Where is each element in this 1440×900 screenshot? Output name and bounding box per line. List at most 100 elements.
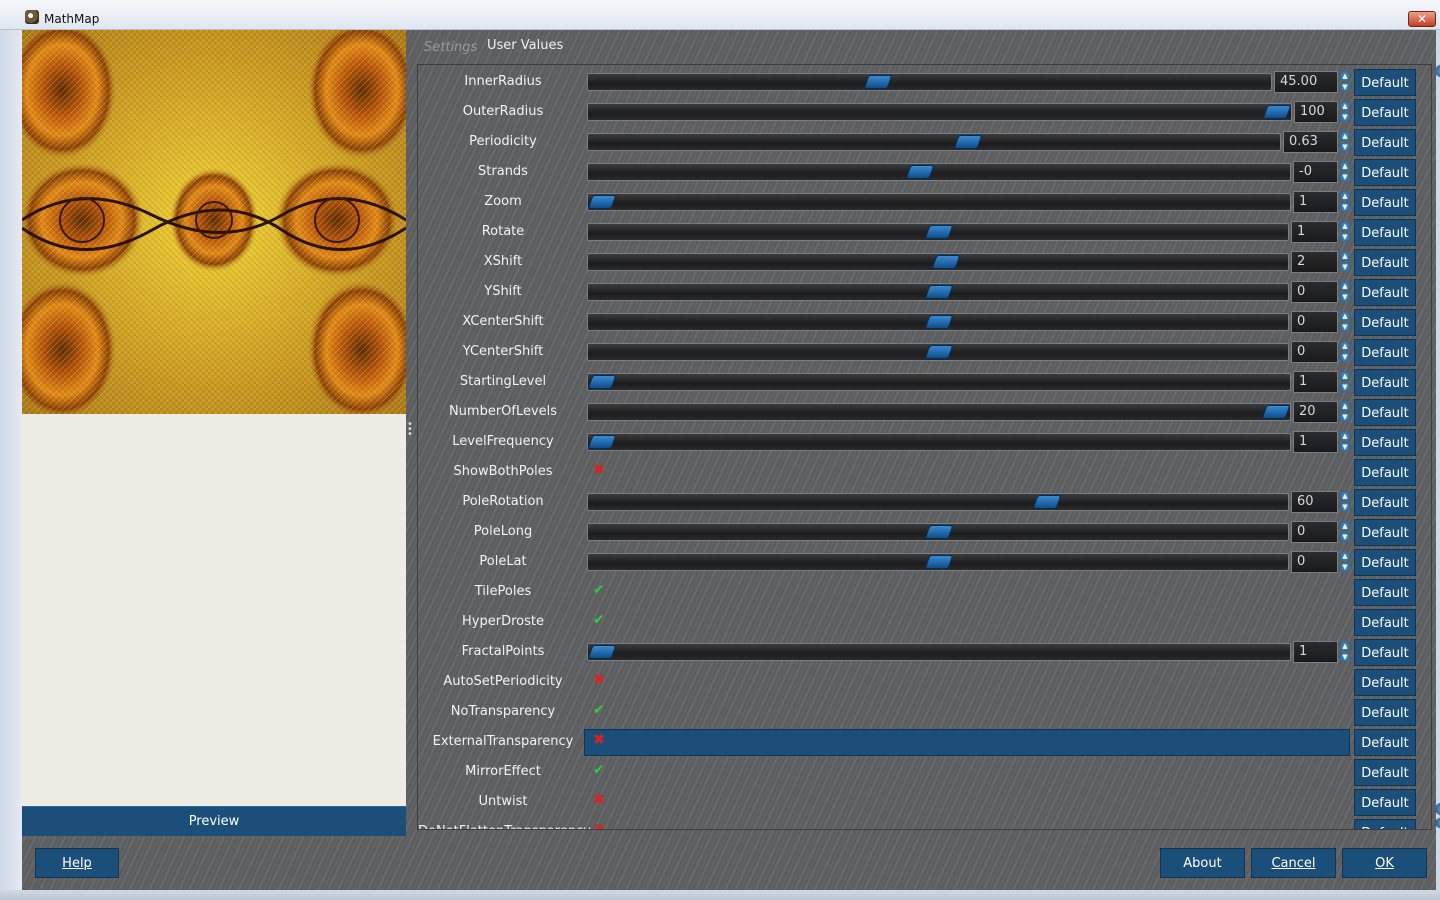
- param-slider[interactable]: [587, 493, 1289, 511]
- param-slider[interactable]: [587, 343, 1289, 361]
- param-value-input[interactable]: 1: [1293, 371, 1338, 393]
- spin-down-icon[interactable]: ▼: [1339, 382, 1351, 392]
- about-button[interactable]: About: [1160, 848, 1245, 878]
- spin-down-icon[interactable]: ▼: [1339, 652, 1351, 662]
- spin-buttons[interactable]: ▲ ▼: [1338, 101, 1352, 123]
- spin-buttons[interactable]: ▲ ▼: [1338, 281, 1352, 303]
- spin-buttons[interactable]: ▲ ▼: [1338, 491, 1352, 513]
- tab-settings[interactable]: Settings: [424, 40, 477, 55]
- slider-thumb[interactable]: [931, 255, 961, 269]
- default-button[interactable]: Default: [1354, 489, 1416, 516]
- default-button[interactable]: Default: [1354, 369, 1416, 396]
- param-value-input[interactable]: 0: [1291, 341, 1338, 363]
- param-slider[interactable]: [587, 223, 1289, 241]
- checked-icon[interactable]: ✔: [593, 612, 605, 628]
- unchecked-icon[interactable]: ✖: [593, 822, 605, 829]
- param-value-input[interactable]: -0: [1293, 161, 1338, 183]
- default-button[interactable]: Default: [1354, 219, 1416, 246]
- checked-icon[interactable]: ✔: [593, 582, 605, 598]
- default-button[interactable]: Default: [1354, 549, 1416, 576]
- help-button[interactable]: Help: [35, 848, 119, 878]
- param-value-input[interactable]: 0: [1291, 521, 1338, 543]
- default-button[interactable]: Default: [1354, 759, 1416, 786]
- spin-up-icon[interactable]: ▲: [1339, 401, 1351, 411]
- spin-up-icon[interactable]: ▲: [1339, 281, 1351, 291]
- default-button[interactable]: Default: [1354, 729, 1416, 756]
- spin-up-icon[interactable]: ▲: [1339, 431, 1351, 441]
- spin-buttons[interactable]: ▲ ▼: [1338, 311, 1352, 333]
- default-button[interactable]: Default: [1354, 639, 1416, 666]
- spin-up-icon[interactable]: ▲: [1339, 371, 1351, 381]
- spin-up-icon[interactable]: ▲: [1339, 101, 1351, 111]
- param-slider[interactable]: [587, 73, 1272, 91]
- spin-up-icon[interactable]: ▲: [1339, 251, 1351, 261]
- default-button[interactable]: Default: [1354, 99, 1416, 126]
- slider-thumb[interactable]: [924, 555, 954, 569]
- tab-user-values[interactable]: User Values: [487, 38, 563, 53]
- unchecked-icon[interactable]: ✖: [593, 732, 605, 748]
- param-value-input[interactable]: 20: [1293, 401, 1338, 423]
- default-button[interactable]: Default: [1354, 159, 1416, 186]
- param-value-input[interactable]: 1: [1293, 641, 1338, 663]
- spin-down-icon[interactable]: ▼: [1339, 412, 1351, 422]
- spin-buttons[interactable]: ▲ ▼: [1338, 641, 1352, 663]
- spin-down-icon[interactable]: ▼: [1339, 532, 1351, 542]
- slider-thumb[interactable]: [924, 225, 954, 239]
- spin-down-icon[interactable]: ▼: [1339, 172, 1351, 182]
- default-button[interactable]: Default: [1354, 399, 1416, 426]
- spin-buttons[interactable]: ▲ ▼: [1338, 251, 1352, 273]
- spin-up-icon[interactable]: ▲: [1339, 191, 1351, 201]
- default-button[interactable]: Default: [1354, 279, 1416, 306]
- default-button[interactable]: Default: [1354, 789, 1416, 816]
- spin-buttons[interactable]: ▲ ▼: [1338, 131, 1352, 153]
- param-slider[interactable]: [587, 523, 1289, 541]
- default-button[interactable]: Default: [1354, 69, 1416, 96]
- spin-up-icon[interactable]: ▲: [1339, 221, 1351, 231]
- spin-buttons[interactable]: ▲ ▼: [1338, 221, 1352, 243]
- param-slider[interactable]: [587, 283, 1289, 301]
- default-button[interactable]: Default: [1354, 579, 1416, 606]
- unchecked-icon[interactable]: ✖: [593, 792, 605, 808]
- params-scrollbar[interactable]: ▲ ▼ ▼: [1434, 64, 1440, 830]
- slider-thumb[interactable]: [924, 525, 954, 539]
- spin-buttons[interactable]: ▲ ▼: [1338, 371, 1352, 393]
- spin-down-icon[interactable]: ▼: [1339, 232, 1351, 242]
- spin-buttons[interactable]: ▲ ▼: [1338, 341, 1352, 363]
- param-value-input[interactable]: 1: [1293, 191, 1338, 213]
- scroll-end-icon[interactable]: ▼: [1435, 817, 1440, 829]
- spin-up-icon[interactable]: ▲: [1339, 161, 1351, 171]
- slider-thumb[interactable]: [905, 165, 935, 179]
- slider-thumb[interactable]: [1032, 495, 1062, 509]
- spin-up-icon[interactable]: ▲: [1339, 491, 1351, 501]
- spin-buttons[interactable]: ▲ ▼: [1338, 401, 1352, 423]
- slider-thumb[interactable]: [924, 345, 954, 359]
- scroll-down-icon[interactable]: ▼: [1435, 802, 1440, 816]
- default-button[interactable]: Default: [1354, 819, 1416, 829]
- param-value-input[interactable]: 0.63: [1283, 131, 1338, 153]
- param-value-input[interactable]: 2: [1291, 251, 1338, 273]
- param-slider[interactable]: [587, 313, 1289, 331]
- cancel-button[interactable]: Cancel: [1251, 848, 1336, 878]
- spin-buttons[interactable]: ▲ ▼: [1338, 521, 1352, 543]
- scroll-up-icon[interactable]: ▲: [1435, 64, 1440, 78]
- spin-down-icon[interactable]: ▼: [1339, 442, 1351, 452]
- spin-up-icon[interactable]: ▲: [1339, 131, 1351, 141]
- spin-buttons[interactable]: ▲ ▼: [1338, 551, 1352, 573]
- param-value-input[interactable]: 1: [1291, 221, 1338, 243]
- default-button[interactable]: Default: [1354, 189, 1416, 216]
- spin-down-icon[interactable]: ▼: [1339, 262, 1351, 272]
- default-button[interactable]: Default: [1354, 609, 1416, 636]
- title-bar[interactable]: MathMap ✕: [0, 0, 1440, 30]
- slider-thumb[interactable]: [587, 645, 617, 659]
- unchecked-icon[interactable]: ✖: [593, 462, 605, 478]
- close-window-button[interactable]: ✕: [1408, 11, 1436, 27]
- spin-buttons[interactable]: ▲ ▼: [1338, 191, 1352, 213]
- spin-up-icon[interactable]: ▲: [1339, 341, 1351, 351]
- slider-thumb[interactable]: [1262, 105, 1292, 119]
- slider-thumb[interactable]: [953, 135, 983, 149]
- param-value-input[interactable]: 0: [1291, 551, 1338, 573]
- preview-button[interactable]: Preview: [22, 806, 406, 836]
- slider-thumb[interactable]: [1261, 405, 1291, 419]
- spin-up-icon[interactable]: ▲: [1339, 521, 1351, 531]
- spin-down-icon[interactable]: ▼: [1339, 82, 1351, 92]
